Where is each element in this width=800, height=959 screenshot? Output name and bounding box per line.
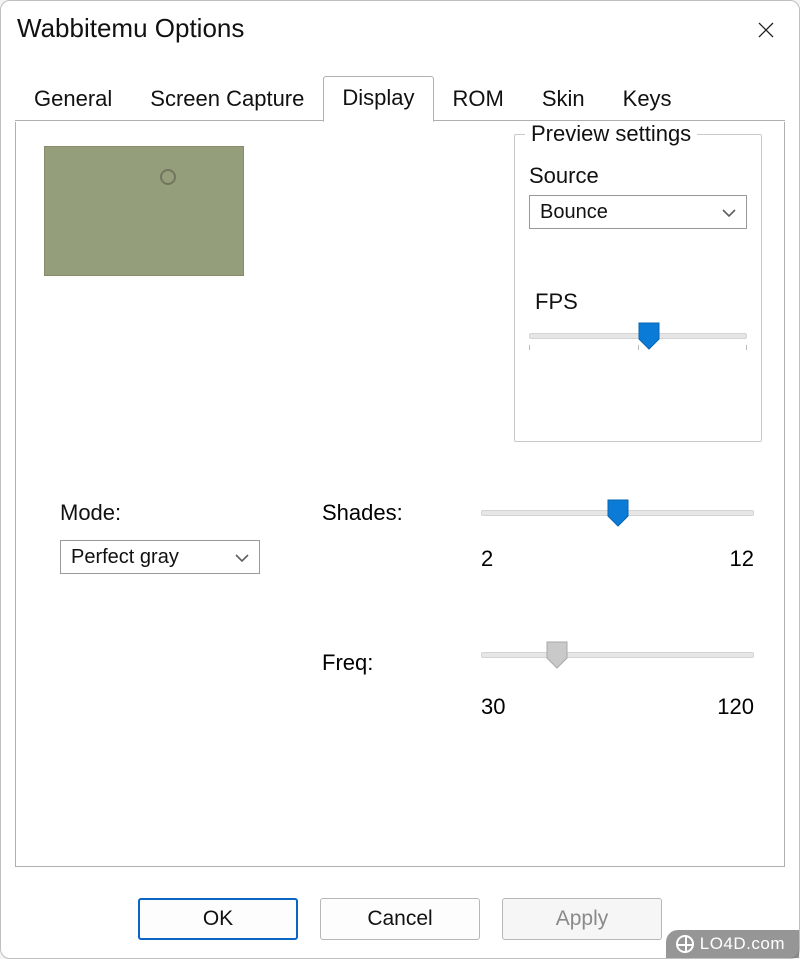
freq-slider-thumb[interactable]	[545, 640, 569, 670]
mode-value: Perfect gray	[71, 546, 179, 569]
freq-min: 30	[481, 694, 505, 720]
preview-settings-legend: Preview settings	[525, 121, 697, 147]
freq-max: 120	[717, 694, 754, 720]
tab-skin[interactable]: Skin	[523, 77, 604, 122]
options-window: Wabbitemu Options General Screen Capture…	[0, 0, 800, 959]
tab-screen-capture[interactable]: Screen Capture	[131, 77, 323, 122]
apply-button[interactable]: Apply	[502, 898, 662, 940]
lcd-preview	[44, 146, 244, 276]
freq-label: Freq:	[322, 650, 373, 676]
tab-keys[interactable]: Keys	[604, 77, 691, 122]
freq-slider[interactable]	[481, 642, 754, 672]
slider-track	[481, 652, 754, 658]
chevron-down-icon	[235, 546, 249, 569]
mode-label: Mode:	[60, 500, 270, 526]
source-value: Bounce	[540, 201, 608, 224]
fps-label: FPS	[535, 289, 747, 315]
tab-display[interactable]: Display	[323, 76, 433, 122]
window-title: Wabbitemu Options	[17, 13, 244, 44]
display-pane: Preview settings Source Bounce FPS	[15, 122, 785, 867]
watermark-text: LO4D.com	[700, 934, 785, 954]
watermark: LO4D.com	[666, 930, 799, 958]
shades-label: Shades:	[322, 500, 403, 526]
shades-slider[interactable]	[481, 500, 754, 530]
shades-min: 2	[481, 546, 493, 572]
ok-button[interactable]: OK	[138, 898, 298, 940]
mode-select[interactable]: Perfect gray	[60, 540, 260, 574]
fps-block: FPS	[529, 289, 747, 353]
preview-settings-group: Preview settings Source Bounce FPS	[514, 134, 762, 442]
shades-slider-thumb[interactable]	[606, 498, 630, 528]
slider-ticks	[529, 345, 747, 350]
source-select[interactable]: Bounce	[529, 195, 747, 229]
tab-strip: General Screen Capture Display ROM Skin …	[1, 75, 799, 122]
globe-icon	[676, 935, 694, 953]
freq-range: 30 120	[481, 694, 754, 720]
tab-general[interactable]: General	[15, 77, 131, 122]
cancel-button[interactable]: Cancel	[320, 898, 480, 940]
mode-block: Mode: Perfect gray	[60, 500, 270, 574]
shades-max: 12	[730, 546, 754, 572]
fps-slider[interactable]	[529, 323, 747, 353]
titlebar: Wabbitemu Options	[1, 1, 799, 55]
close-button[interactable]	[749, 13, 783, 47]
source-label: Source	[529, 163, 747, 189]
close-icon	[757, 21, 775, 39]
chevron-down-icon	[722, 201, 736, 224]
tab-rom[interactable]: ROM	[434, 77, 523, 122]
shades-range: 2 12	[481, 546, 754, 572]
